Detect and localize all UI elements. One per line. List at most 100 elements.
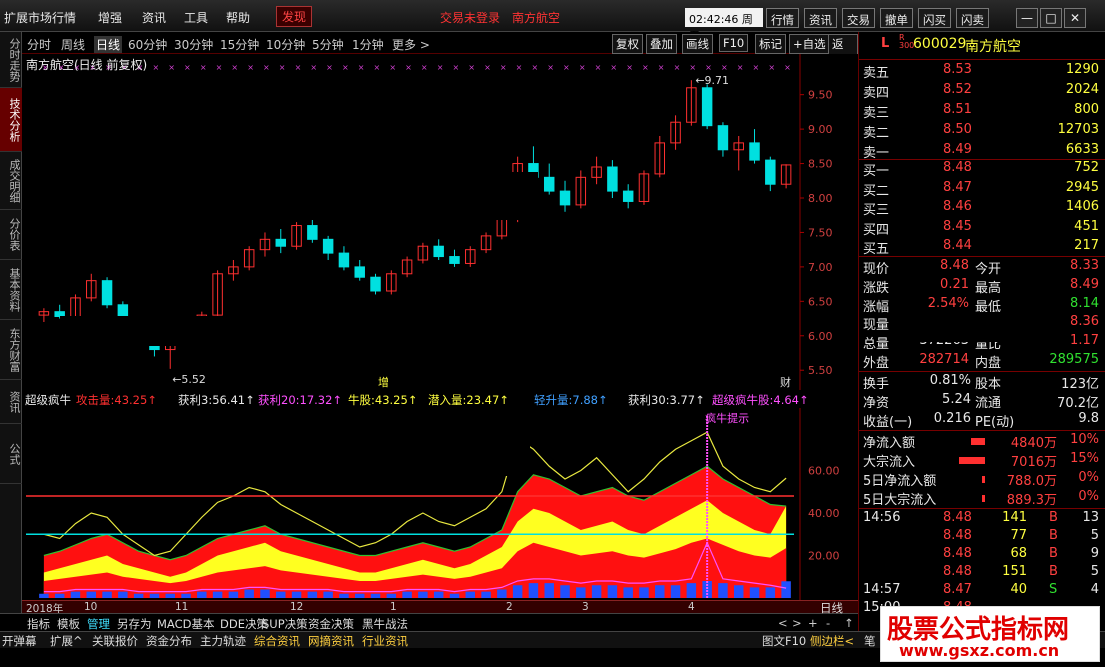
- left-tab-formula[interactable]: 公式: [0, 424, 22, 484]
- status-danmaku[interactable]: 开弹幕: [2, 633, 37, 649]
- menu-item-help[interactable]: 帮助: [226, 9, 250, 26]
- indicator-field: 获利30:3.77↑: [628, 393, 705, 407]
- quick-button-quote[interactable]: 行情: [766, 8, 799, 28]
- adjust-button[interactable]: 复权: [612, 34, 643, 54]
- tab-black-bull[interactable]: 黑牛战法: [362, 616, 408, 632]
- stat-value: 8.14: [1070, 295, 1099, 311]
- status-related-quote[interactable]: 关联报价: [92, 633, 138, 649]
- order-volume: 1290: [1065, 62, 1099, 77]
- left-tab-info[interactable]: 资讯: [0, 380, 22, 424]
- stat-label: 现价: [863, 262, 890, 277]
- zoom-out-icon[interactable]: -: [826, 616, 830, 630]
- draw-button[interactable]: 画线: [682, 34, 713, 54]
- tab-dde[interactable]: DDE决策: [220, 616, 268, 632]
- order-price: 8.45: [943, 218, 972, 234]
- period-timeshare[interactable]: 分时: [27, 36, 51, 53]
- period-10min[interactable]: 10分钟: [266, 36, 305, 53]
- indicator-field: 牛股:43.25↑: [348, 393, 418, 407]
- status-fund-dist[interactable]: 资金分布: [146, 633, 192, 649]
- menu-item-enhance[interactable]: 增强: [98, 9, 122, 26]
- status-f10[interactable]: 图文F10: [762, 633, 806, 649]
- indicator-name[interactable]: 超级疯牛: [25, 392, 71, 408]
- status-industry-news[interactable]: 行业资讯: [362, 633, 408, 649]
- minimize-icon[interactable]: —: [1016, 8, 1038, 28]
- candle-body: [101, 280, 113, 306]
- order-label: 买三: [863, 203, 890, 218]
- redacted-area: [248, 422, 530, 476]
- quick-button-flash-sell[interactable]: 闪卖: [956, 8, 989, 28]
- period-15min[interactable]: 15分钟: [220, 36, 259, 53]
- redacted-area: [889, 312, 1059, 342]
- tab-sup[interactable]: SUP决策: [262, 616, 308, 632]
- menu-item-market[interactable]: 扩展市场行情: [4, 9, 76, 26]
- light-rise-bar: [449, 593, 460, 598]
- quick-button-flash-buy[interactable]: 闪买: [918, 8, 951, 28]
- overlay-button[interactable]: 叠加: [646, 34, 677, 54]
- f10-button[interactable]: F10: [719, 34, 749, 52]
- status-main-track[interactable]: 主力轨迹: [200, 633, 246, 649]
- candle-body: [749, 142, 760, 161]
- left-tab-eastmoney[interactable]: 东方财富: [0, 320, 22, 380]
- tab-save-as[interactable]: 另存为: [117, 616, 152, 632]
- signal-marker: ×: [563, 63, 570, 72]
- menu-item-discover[interactable]: 发现: [276, 6, 313, 27]
- order-label: 卖二: [863, 126, 890, 141]
- nav-left-icon[interactable]: <: [778, 616, 788, 630]
- light-rise-bar: [339, 593, 349, 598]
- status-extend[interactable]: 扩展^: [50, 633, 83, 649]
- order-price: 8.47: [943, 179, 972, 195]
- tab-indicator[interactable]: 指标: [27, 616, 50, 632]
- login-status-alert[interactable]: 交易未登录: [440, 9, 500, 26]
- period-30min[interactable]: 30分钟: [174, 36, 213, 53]
- maximize-icon[interactable]: □: [1040, 8, 1062, 28]
- watermark-url: www.gsxz.com.cn: [899, 641, 1060, 660]
- status-general-news[interactable]: 综合资讯: [254, 633, 300, 649]
- left-tab-timeshare[interactable]: 分时走势: [0, 32, 22, 88]
- status-web-news[interactable]: 网摘资讯: [308, 633, 354, 649]
- stock-alert[interactable]: 南方航空: [512, 9, 560, 26]
- arrow-up-icon[interactable]: ↑: [844, 616, 854, 630]
- period-more[interactable]: 更多 >: [392, 36, 430, 53]
- signal-marker: ×: [263, 63, 270, 72]
- time-tick: 4: [688, 601, 695, 613]
- indicator-header: 超级疯牛 攻击量:43.25↑ 获利3:56.41↑ 获利20:17.32↑ 牛股:4…: [22, 390, 858, 408]
- left-tab-profile[interactable]: 基本资料: [0, 260, 22, 320]
- menu-item-news[interactable]: 资讯: [142, 9, 166, 26]
- nav-right-icon[interactable]: >: [792, 616, 802, 630]
- signal-marker: ×: [421, 63, 428, 72]
- period-weekly[interactable]: 周线: [61, 36, 85, 53]
- candle-body: [559, 190, 571, 206]
- period-1min[interactable]: 1分钟: [352, 36, 384, 53]
- status-sidebar[interactable]: 侧边栏<: [810, 633, 854, 649]
- candle-body: [622, 190, 634, 202]
- tab-macd[interactable]: MACD基本: [157, 616, 214, 632]
- light-rise-bar: [402, 591, 412, 598]
- period-60min[interactable]: 60分钟: [128, 36, 167, 53]
- menu-item-tools[interactable]: 工具: [184, 9, 208, 26]
- quick-button-trade[interactable]: 交易: [842, 8, 875, 28]
- tab-manage[interactable]: 管理: [87, 616, 110, 632]
- stat-label: 总量: [863, 337, 890, 353]
- add-watchlist-button[interactable]: +自选: [789, 34, 830, 54]
- status-pen[interactable]: 笔: [864, 633, 876, 649]
- order-volume: 2945: [1065, 179, 1099, 195]
- zoom-in-icon[interactable]: +: [808, 616, 818, 630]
- light-rise-bar: [749, 587, 760, 598]
- left-tab-price-table[interactable]: 分价表: [0, 210, 22, 260]
- tick-side: S: [1049, 582, 1058, 597]
- left-tab-technical[interactable]: 技术分析: [0, 88, 22, 152]
- candle-body: [607, 166, 618, 192]
- quick-button-news[interactable]: 资讯: [804, 8, 837, 28]
- mark-button[interactable]: 标记: [755, 34, 786, 54]
- close-icon[interactable]: ✕: [1064, 8, 1086, 28]
- quick-button-cancel[interactable]: 撤单: [880, 8, 913, 28]
- price-tick-label: 9.50: [808, 89, 833, 102]
- period-5min[interactable]: 5分钟: [312, 36, 344, 53]
- left-tab-trades[interactable]: 成交明细: [0, 152, 22, 210]
- signal-marker: ×: [579, 63, 586, 72]
- period-daily[interactable]: 日线: [94, 36, 123, 53]
- signal-marker: ×: [231, 63, 238, 72]
- tab-fund[interactable]: 资金决策: [308, 616, 354, 632]
- tab-template[interactable]: 模板: [57, 616, 80, 632]
- signal-marker: ×: [768, 63, 775, 72]
